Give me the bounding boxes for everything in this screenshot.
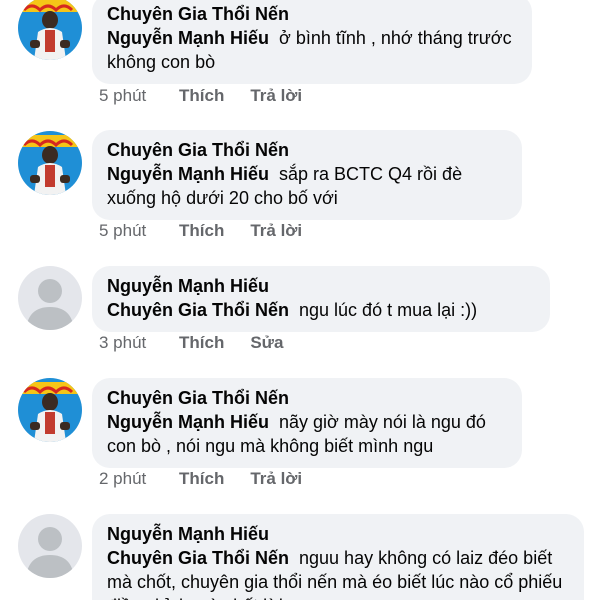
comment-author[interactable]: Nguyễn Mạnh Hiếu: [107, 274, 534, 298]
avatar[interactable]: [18, 378, 82, 442]
mention-tag[interactable]: Nguyễn Mạnh Hiếu: [107, 28, 269, 48]
comment-actions: 5 phút Thích Trả lời: [99, 220, 328, 242]
comment-text: Chuyên Gia Thổi Nến nguu hay không có lai…: [107, 546, 568, 600]
mention-tag[interactable]: Nguyễn Mạnh Hiếu: [107, 164, 269, 184]
avatar[interactable]: [18, 131, 82, 195]
like-button[interactable]: Thích: [179, 468, 224, 490]
like-button[interactable]: Thích: [179, 332, 224, 354]
reply-button[interactable]: Trả lời: [250, 468, 302, 490]
comment-author[interactable]: Chuyên Gia Thổi Nến: [107, 386, 506, 410]
comment-actions: 5 phút Thích Trả lời: [99, 85, 328, 107]
like-button[interactable]: Thích: [179, 220, 224, 242]
avatar[interactable]: [18, 514, 82, 578]
comment-bubble: Nguyễn Mạnh Hiếu Chuyên Gia Thổi Nến ngu …: [92, 266, 550, 332]
comment-body: ngu lúc đó t mua lại :)): [299, 300, 478, 320]
comment-author[interactable]: Chuyên Gia Thổi Nến: [107, 138, 506, 162]
person-photo-icon: [18, 378, 82, 442]
comment-bubble: Nguyễn Mạnh Hiếu Chuyên Gia Thổi Nến nguu…: [92, 514, 584, 600]
comment-time[interactable]: 3 phút: [99, 332, 179, 354]
mention-tag[interactable]: Chuyên Gia Thổi Nến: [107, 300, 289, 320]
comment-text: Nguyễn Mạnh Hiếu ở bình tĩnh , nhớ tháng …: [107, 26, 516, 74]
comment-time[interactable]: 2 phút: [99, 468, 179, 490]
comment-author[interactable]: Chuyên Gia Thổi Nến: [107, 2, 516, 26]
comment-bubble: Chuyên Gia Thổi Nến Nguyễn Mạnh Hiếu sắp …: [92, 130, 522, 220]
mention-tag[interactable]: Nguyễn Mạnh Hiếu: [107, 412, 269, 432]
mention-tag[interactable]: Chuyên Gia Thổi Nến: [107, 548, 289, 568]
avatar[interactable]: [18, 0, 82, 60]
comment-author[interactable]: Nguyễn Mạnh Hiếu: [107, 522, 568, 546]
comment-text: Chuyên Gia Thổi Nến ngu lúc đó t mua lại …: [107, 298, 534, 322]
person-photo-icon: [18, 131, 82, 195]
person-photo-icon: [18, 0, 82, 60]
comment-time[interactable]: 5 phút: [99, 220, 179, 242]
comment-text: Nguyễn Mạnh Hiếu nãy giờ mày nói là ngu đ…: [107, 410, 506, 458]
default-profile-icon: [18, 266, 82, 330]
comment-time[interactable]: 5 phút: [99, 85, 179, 107]
comment-actions: 2 phút Thích Trả lời: [99, 468, 328, 490]
comment-text: Nguyễn Mạnh Hiếu sắp ra BCTC Q4 rồi đè xu…: [107, 162, 506, 210]
edit-button[interactable]: Sửa: [250, 332, 283, 354]
like-button[interactable]: Thích: [179, 85, 224, 107]
default-profile-icon: [18, 514, 82, 578]
comment-bubble: Chuyên Gia Thổi Nến Nguyễn Mạnh Hiếu ở bì…: [92, 0, 532, 84]
comment-thread: Chuyên Gia Thổi Nến Nguyễn Mạnh Hiếu ở bì…: [0, 0, 600, 600]
comment-actions: 3 phút Thích Sửa: [99, 332, 309, 354]
reply-button[interactable]: Trả lời: [250, 85, 302, 107]
comment-bubble: Chuyên Gia Thổi Nến Nguyễn Mạnh Hiếu nãy …: [92, 378, 522, 468]
reply-button[interactable]: Trả lời: [250, 220, 302, 242]
avatar[interactable]: [18, 266, 82, 330]
